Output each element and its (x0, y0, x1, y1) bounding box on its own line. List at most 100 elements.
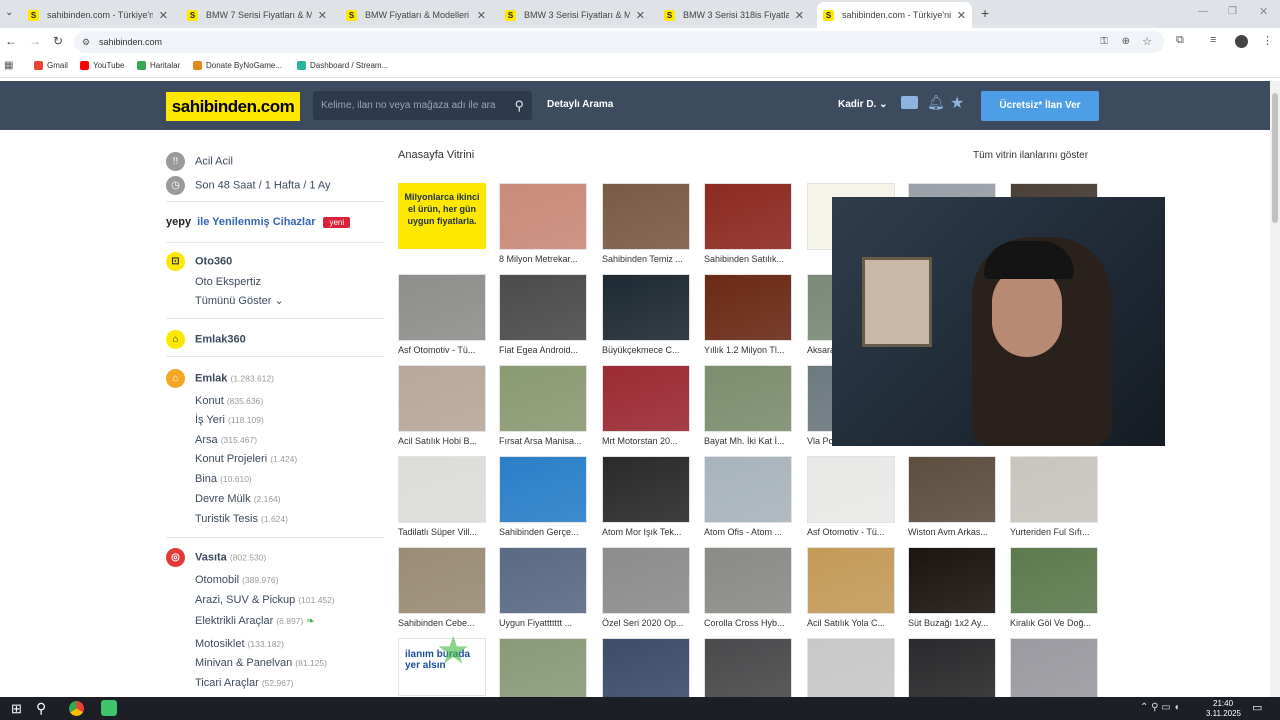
browser-tab[interactable]: S BMW 3 Serisi 318is Fiyatları & M ✕ (658, 4, 810, 26)
sidebar-item-arsa[interactable]: Arsa (315.467) (195, 434, 257, 446)
showcase-all-link[interactable]: Tüm vitrin ilanlarını göster (973, 150, 1088, 161)
avatar[interactable] (1235, 35, 1248, 48)
apps-grid-icon[interactable]: ▦ (4, 60, 13, 71)
minimize-icon[interactable]: — (1198, 6, 1208, 17)
listing-thumbnail[interactable] (602, 638, 690, 705)
listing-thumbnail[interactable] (704, 456, 792, 523)
listing-thumbnail[interactable] (704, 274, 792, 341)
sidebar-item-motosiklet[interactable]: Motosiklet (133.182) (195, 638, 284, 650)
listing-tile[interactable]: Acil Satılık Hobi B... (398, 365, 486, 446)
listing-caption[interactable]: Corolla Cross Hyb... (704, 618, 792, 628)
sidebar-item-turistik-tesis[interactable]: Turistik Tesis (1.624) (195, 513, 288, 525)
listing-caption[interactable]: Sahibinden Gerçe... (499, 527, 587, 537)
sidebar-item-emlak360[interactable]: ⌂ Emlak360 (166, 330, 246, 349)
listing-thumbnail[interactable] (704, 638, 792, 705)
listing-tile[interactable]: Asf Otomotiv - Tü... (807, 456, 895, 537)
listing-thumbnail[interactable] (499, 365, 587, 432)
listing-tile[interactable]: Özel Seri 2020 Op... (602, 547, 690, 628)
password-key-icon[interactable]: ⚿ (1100, 31, 1108, 53)
chrome-icon[interactable] (69, 701, 84, 716)
listing-thumbnail[interactable] (807, 547, 895, 614)
search-icon[interactable]: ⚲ (514, 91, 524, 120)
listing-thumbnail[interactable] (704, 365, 792, 432)
show-all-toggle[interactable]: Tümünü Göster ⌄ (195, 294, 284, 307)
close-icon[interactable]: ✕ (795, 9, 804, 22)
listing-caption[interactable]: Büyükçekmece C... (602, 345, 690, 355)
forward-icon[interactable]: → (29, 34, 41, 48)
listing-caption[interactable]: Asf Otomotiv - Tü... (398, 345, 486, 355)
sidebar-item-elektrikli[interactable]: Elektrikli Araçlar (6.897) ❧ (195, 615, 315, 627)
close-icon[interactable]: ✕ (159, 9, 168, 22)
sidebar-item-ticari[interactable]: Ticari Araçlar (52.967) (195, 677, 294, 689)
listing-thumbnail[interactable] (908, 547, 996, 614)
listing-tile[interactable]: Bayat Mh. İki Kat İ... (704, 365, 792, 446)
reading-list-icon[interactable]: ≡ (1210, 34, 1216, 46)
sidebar-item-konut[interactable]: Konut (835.636) (195, 395, 263, 407)
back-icon[interactable]: ← (5, 34, 17, 48)
extensions-icon[interactable]: ⧉ (1176, 34, 1184, 47)
sidebar-item-arazi-suv[interactable]: Arazi, SUV & Pickup (101.452) (195, 594, 335, 606)
sidebar-item-urgent[interactable]: !! Acil Acil (166, 152, 233, 171)
bookmark-youtube[interactable]: YouTube (80, 61, 124, 70)
windows-start-icon[interactable]: ⊞ (11, 701, 22, 717)
sidebar-item-yepy[interactable]: yepy ile Yenilenmiş Cihazlar yeni (166, 216, 351, 228)
listing-caption[interactable]: Sahibinden Satılık... (704, 254, 792, 264)
listing-thumbnail[interactable] (908, 456, 996, 523)
listing-tile[interactable]: Kiralık Göl Ve Doğ... (1010, 547, 1098, 628)
listing-caption[interactable]: Wiston Avm Arkas... (908, 527, 996, 537)
listing-caption[interactable]: Yıllık 1.2 Milyon Tl... (704, 345, 792, 355)
listing-thumbnail[interactable] (807, 456, 895, 523)
listing-caption[interactable]: Asf Otomotiv - Tü... (807, 527, 895, 537)
listing-thumbnail[interactable] (1010, 638, 1098, 705)
promo-banner-bottom[interactable]: ilanım burada yer alsın ★ (398, 634, 486, 696)
listing-tile[interactable]: Fırsat Arsa Manisa... (499, 365, 587, 446)
listing-caption[interactable]: Atom Ofis - Atom ... (704, 527, 792, 537)
zoom-icon[interactable]: ⊕ (1122, 31, 1130, 53)
user-menu[interactable]: Kadir D. ⌄ (838, 99, 888, 110)
browser-tab[interactable]: S BMW Fiyatları & Modelleri sahi ✕ (340, 4, 492, 26)
maximize-icon[interactable]: ❐ (1228, 6, 1237, 17)
listing-thumbnail[interactable] (398, 365, 486, 432)
bookmark-dashboard[interactable]: Dashboard / Stream... (297, 61, 388, 70)
browser-tab[interactable]: S BMW 3 Serisi Fiyatları & Modell ✕ (499, 4, 651, 26)
listing-tile[interactable]: Atom Ofis - Atom ... (704, 456, 792, 537)
listing-tile[interactable]: Mrt Motorstan 20... (602, 365, 690, 446)
new-tab-icon[interactable]: + (981, 5, 989, 21)
listing-caption[interactable]: Acil Satılık Yola C... (807, 618, 895, 628)
listing-caption[interactable]: Sahibinden Temiz ... (602, 254, 690, 264)
listing-tile[interactable]: Tadilatlı Süper Vill... (398, 456, 486, 537)
notifications-icon[interactable]: 🔔︎ (927, 94, 945, 111)
sidebar-item-oto-ekspertiz[interactable]: Oto Ekspertiz (195, 276, 261, 288)
sidebar-item-oto360[interactable]: ⊡ Oto360 (166, 252, 232, 271)
tab-search-icon[interactable]: ⌄ (5, 7, 13, 18)
listing-thumbnail[interactable] (602, 456, 690, 523)
sidebar-item-konut-projeleri[interactable]: Konut Projeleri (1.424) (195, 453, 297, 465)
bookmark-gmail[interactable]: Gmail (34, 61, 68, 70)
post-ad-button[interactable]: Ücretsiz* İlan Ver (981, 91, 1099, 121)
search-input[interactable]: Kelime, ilan no veya mağaza adı ile ara ⚲ (313, 91, 532, 120)
listing-thumbnail[interactable] (499, 183, 587, 250)
close-icon[interactable]: ✕ (957, 9, 966, 22)
bookmark-donate[interactable]: Donate ByNoGame... (193, 61, 282, 70)
listing-tile[interactable]: Fiat Egea Android... (499, 274, 587, 355)
listing-tile[interactable]: Atom Mor Işık Tek... (602, 456, 690, 537)
listing-thumbnail[interactable] (602, 274, 690, 341)
listing-tile[interactable]: Acil Satılık Yola C... (807, 547, 895, 628)
promo-banner[interactable]: Milyonlarca ikinci el ürün, her gün uygu… (398, 183, 486, 249)
listing-tile[interactable]: Sahibinden Gerçe... (499, 456, 587, 537)
detailed-search-link[interactable]: Detaylı Arama (547, 99, 613, 110)
listing-caption[interactable]: Yurteriden Ful Sıfı... (1010, 527, 1098, 537)
site-info-icon[interactable]: ⚙ (82, 31, 90, 53)
listing-thumbnail[interactable] (602, 547, 690, 614)
listing-caption[interactable]: Sahibinden Cebe... (398, 618, 486, 628)
listing-thumbnail[interactable] (398, 274, 486, 341)
messages-icon[interactable] (901, 96, 918, 109)
sidebar-item-recent[interactable]: ◷ Son 48 Saat / 1 Hafta / 1 Ay (166, 176, 331, 195)
listing-tile[interactable]: Corolla Cross Hyb... (704, 547, 792, 628)
sidebar-item-emlak[interactable]: ⌂ Emlak (1.283.612) (166, 369, 274, 388)
tray-icons[interactable]: ⌃ ⚲ ▭ ◖ (1140, 702, 1180, 713)
sidebar-item-vasita[interactable]: ◎ Vasıta (802.530) (166, 548, 266, 567)
reload-icon[interactable]: ↻ (53, 34, 63, 48)
listing-thumbnail[interactable] (1010, 547, 1098, 614)
listing-thumbnail[interactable] (499, 638, 587, 705)
